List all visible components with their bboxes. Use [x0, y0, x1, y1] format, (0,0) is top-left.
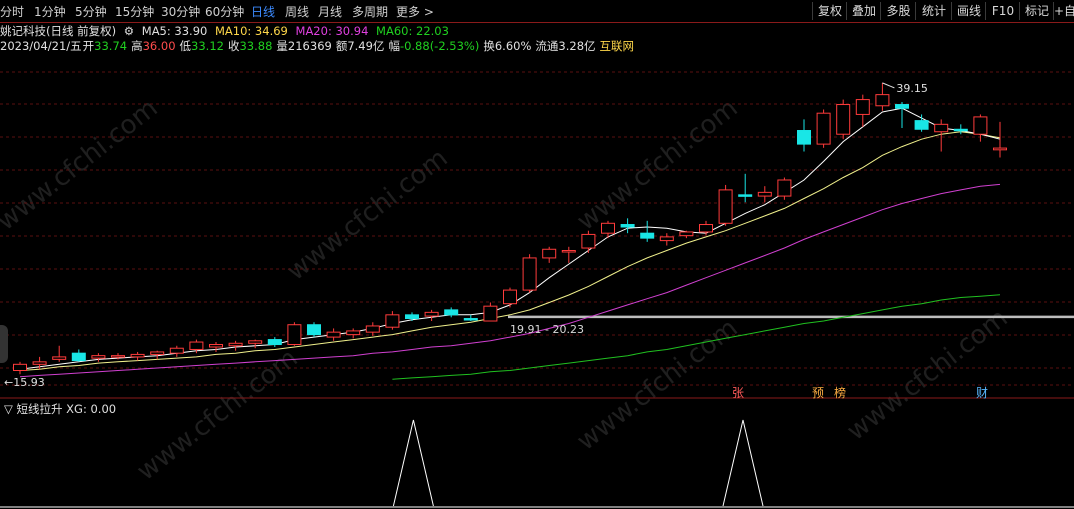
candle-body	[738, 194, 753, 197]
event-tag[interactable]: 预	[812, 386, 824, 400]
kline-chart[interactable]: 39.15 ←15.93 19.91 - 20.23 张 预榜 财	[0, 0, 1074, 509]
candle-body	[914, 120, 929, 130]
candle-body	[248, 340, 263, 344]
candle-body	[522, 257, 537, 291]
candle-body	[836, 104, 851, 135]
candle-body	[659, 236, 674, 242]
candle-body	[797, 130, 811, 145]
event-tag[interactable]: 财	[976, 386, 988, 400]
candle-body	[601, 222, 615, 234]
signal-spike	[392, 419, 434, 507]
candle-body	[503, 289, 517, 305]
candle-body	[287, 324, 302, 346]
peak-label: 39.15	[896, 82, 928, 95]
candle-body	[483, 305, 498, 322]
candle-body	[267, 339, 282, 346]
candle-body	[405, 314, 419, 320]
candle-body	[189, 341, 204, 350]
candle-body	[463, 318, 478, 321]
collapse-handle[interactable]	[0, 325, 8, 363]
candle-body	[385, 314, 400, 328]
candle-body	[346, 330, 361, 336]
candle-body	[228, 342, 243, 347]
candle-body	[13, 363, 27, 371]
ma20-line	[19, 183, 1001, 378]
candle-body	[934, 123, 949, 133]
candle-body	[875, 94, 890, 107]
candle-body	[640, 232, 655, 239]
candle-body	[816, 112, 831, 145]
indicator-label: ▽ 短线拉升 XG: 0.00	[4, 402, 116, 416]
candle-body	[895, 104, 909, 109]
candle-body	[209, 344, 223, 348]
candle-body	[718, 189, 733, 224]
candle-body	[953, 128, 968, 132]
signal-spike	[722, 419, 764, 507]
indicator-name: 短线拉升 XG: 0.00	[16, 402, 117, 416]
low-label: ←15.93	[4, 376, 45, 389]
candle-body	[993, 147, 1007, 151]
candle-body	[307, 324, 321, 336]
candle-body	[326, 331, 341, 338]
candle-body	[169, 347, 184, 354]
candle-body	[679, 231, 694, 237]
candle-body	[757, 191, 772, 197]
candle-body	[71, 352, 86, 362]
collapse-triangle-icon[interactable]: ▽	[4, 402, 17, 416]
candle-body	[52, 356, 67, 360]
event-tag[interactable]: 榜	[834, 385, 846, 400]
candle-body	[973, 116, 988, 135]
candle-body	[777, 179, 792, 197]
candle-body	[130, 353, 145, 358]
candle-body	[444, 309, 459, 316]
range-label: 19.91 - 20.23	[510, 323, 584, 336]
candle-body	[32, 361, 47, 365]
candle-body	[424, 311, 439, 317]
peak-pointer	[882, 82, 895, 89]
candle-body	[91, 355, 106, 359]
candle-body	[111, 355, 125, 358]
candle-body	[542, 248, 557, 259]
candle-body	[620, 224, 635, 228]
candle-body	[855, 99, 870, 115]
candle-body	[150, 351, 165, 355]
event-tag[interactable]: 张	[732, 386, 744, 400]
candle-body	[581, 233, 596, 249]
candle-body	[699, 224, 713, 233]
candle-body	[561, 250, 576, 253]
candle-body	[365, 325, 380, 333]
